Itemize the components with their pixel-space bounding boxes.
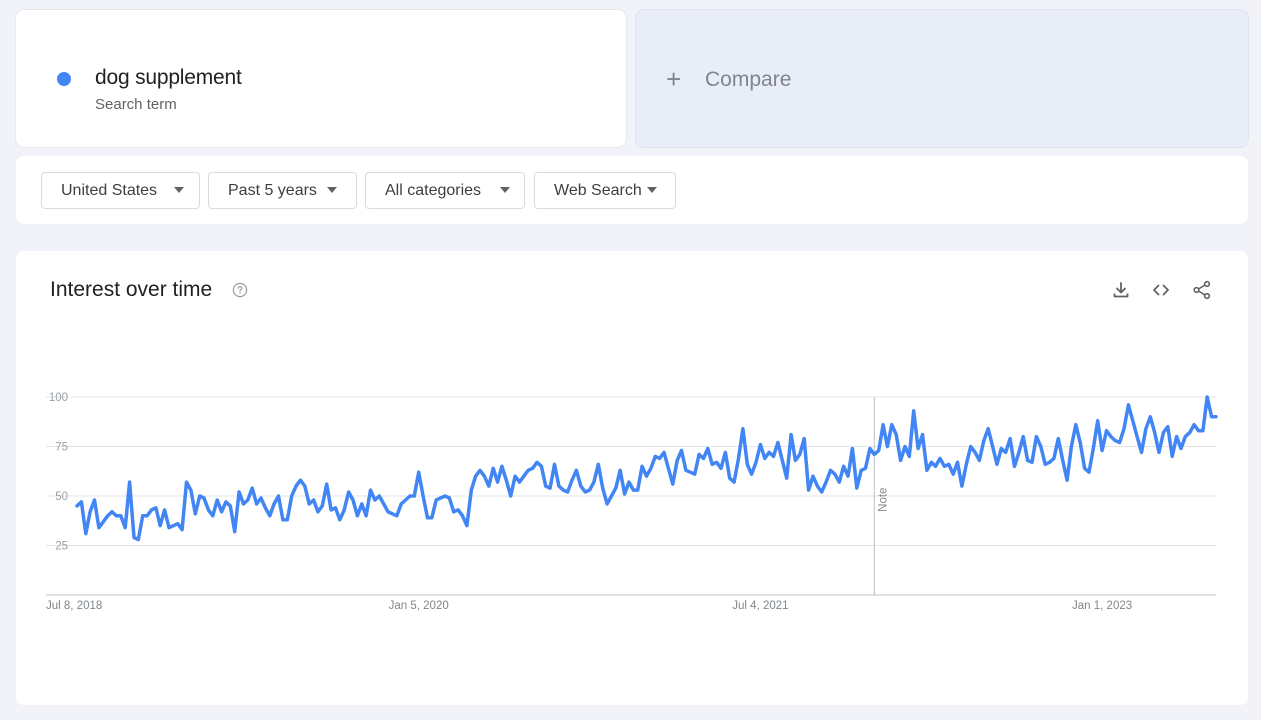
search-term-subtitle: Search term xyxy=(95,96,177,113)
note-label: Note xyxy=(877,488,889,512)
caret-down-icon xyxy=(647,187,657,193)
interest-over-time-card: Interest over time 25 50 75 100 Jul 8, 2018 J… xyxy=(16,251,1248,705)
y-tick-label: 50 xyxy=(55,491,68,503)
series-line-dog-supplement xyxy=(75,395,1218,542)
time-range-filter-label: Past 5 years xyxy=(228,182,317,199)
compare-label: Compare xyxy=(705,68,792,91)
y-tick-label: 100 xyxy=(49,392,68,404)
y-tick-label: 25 xyxy=(55,541,68,553)
category-filter-label: All categories xyxy=(385,182,482,199)
y-tick-label: 75 xyxy=(55,442,68,454)
time-range-filter-dropdown[interactable]: Past 5 years xyxy=(208,172,357,209)
search-type-filter-label: Web Search xyxy=(554,182,642,199)
x-tick-label: Jan 1, 2023 xyxy=(1072,600,1132,612)
category-filter-dropdown[interactable]: All categories xyxy=(365,172,525,209)
region-filter-label: United States xyxy=(61,182,158,199)
caret-down-icon xyxy=(327,187,337,193)
plus-icon: + xyxy=(666,64,682,94)
caret-down-icon xyxy=(174,187,184,193)
search-term-card[interactable]: dog supplement Search term xyxy=(16,10,626,147)
x-tick-label: Jan 5, 2020 xyxy=(389,600,449,612)
compare-button[interactable]: + Compare xyxy=(636,10,1248,147)
search-term-name[interactable]: dog supplement xyxy=(95,66,242,90)
caret-down-icon xyxy=(500,187,510,193)
region-filter-dropdown[interactable]: United States xyxy=(41,172,200,209)
x-tick-label: Jul 8, 2018 xyxy=(46,600,102,612)
filter-bar: United States Past 5 years All categorie… xyxy=(16,156,1248,224)
x-tick-label: Jul 4, 2021 xyxy=(732,600,788,612)
interest-line-chart[interactable]: 25 50 75 100 Jul 8, 2018 Jan 5, 2020 Jul 4, 20… xyxy=(16,251,1248,705)
search-type-filter-dropdown[interactable]: Web Search xyxy=(534,172,676,209)
series-color-dot xyxy=(57,72,71,86)
